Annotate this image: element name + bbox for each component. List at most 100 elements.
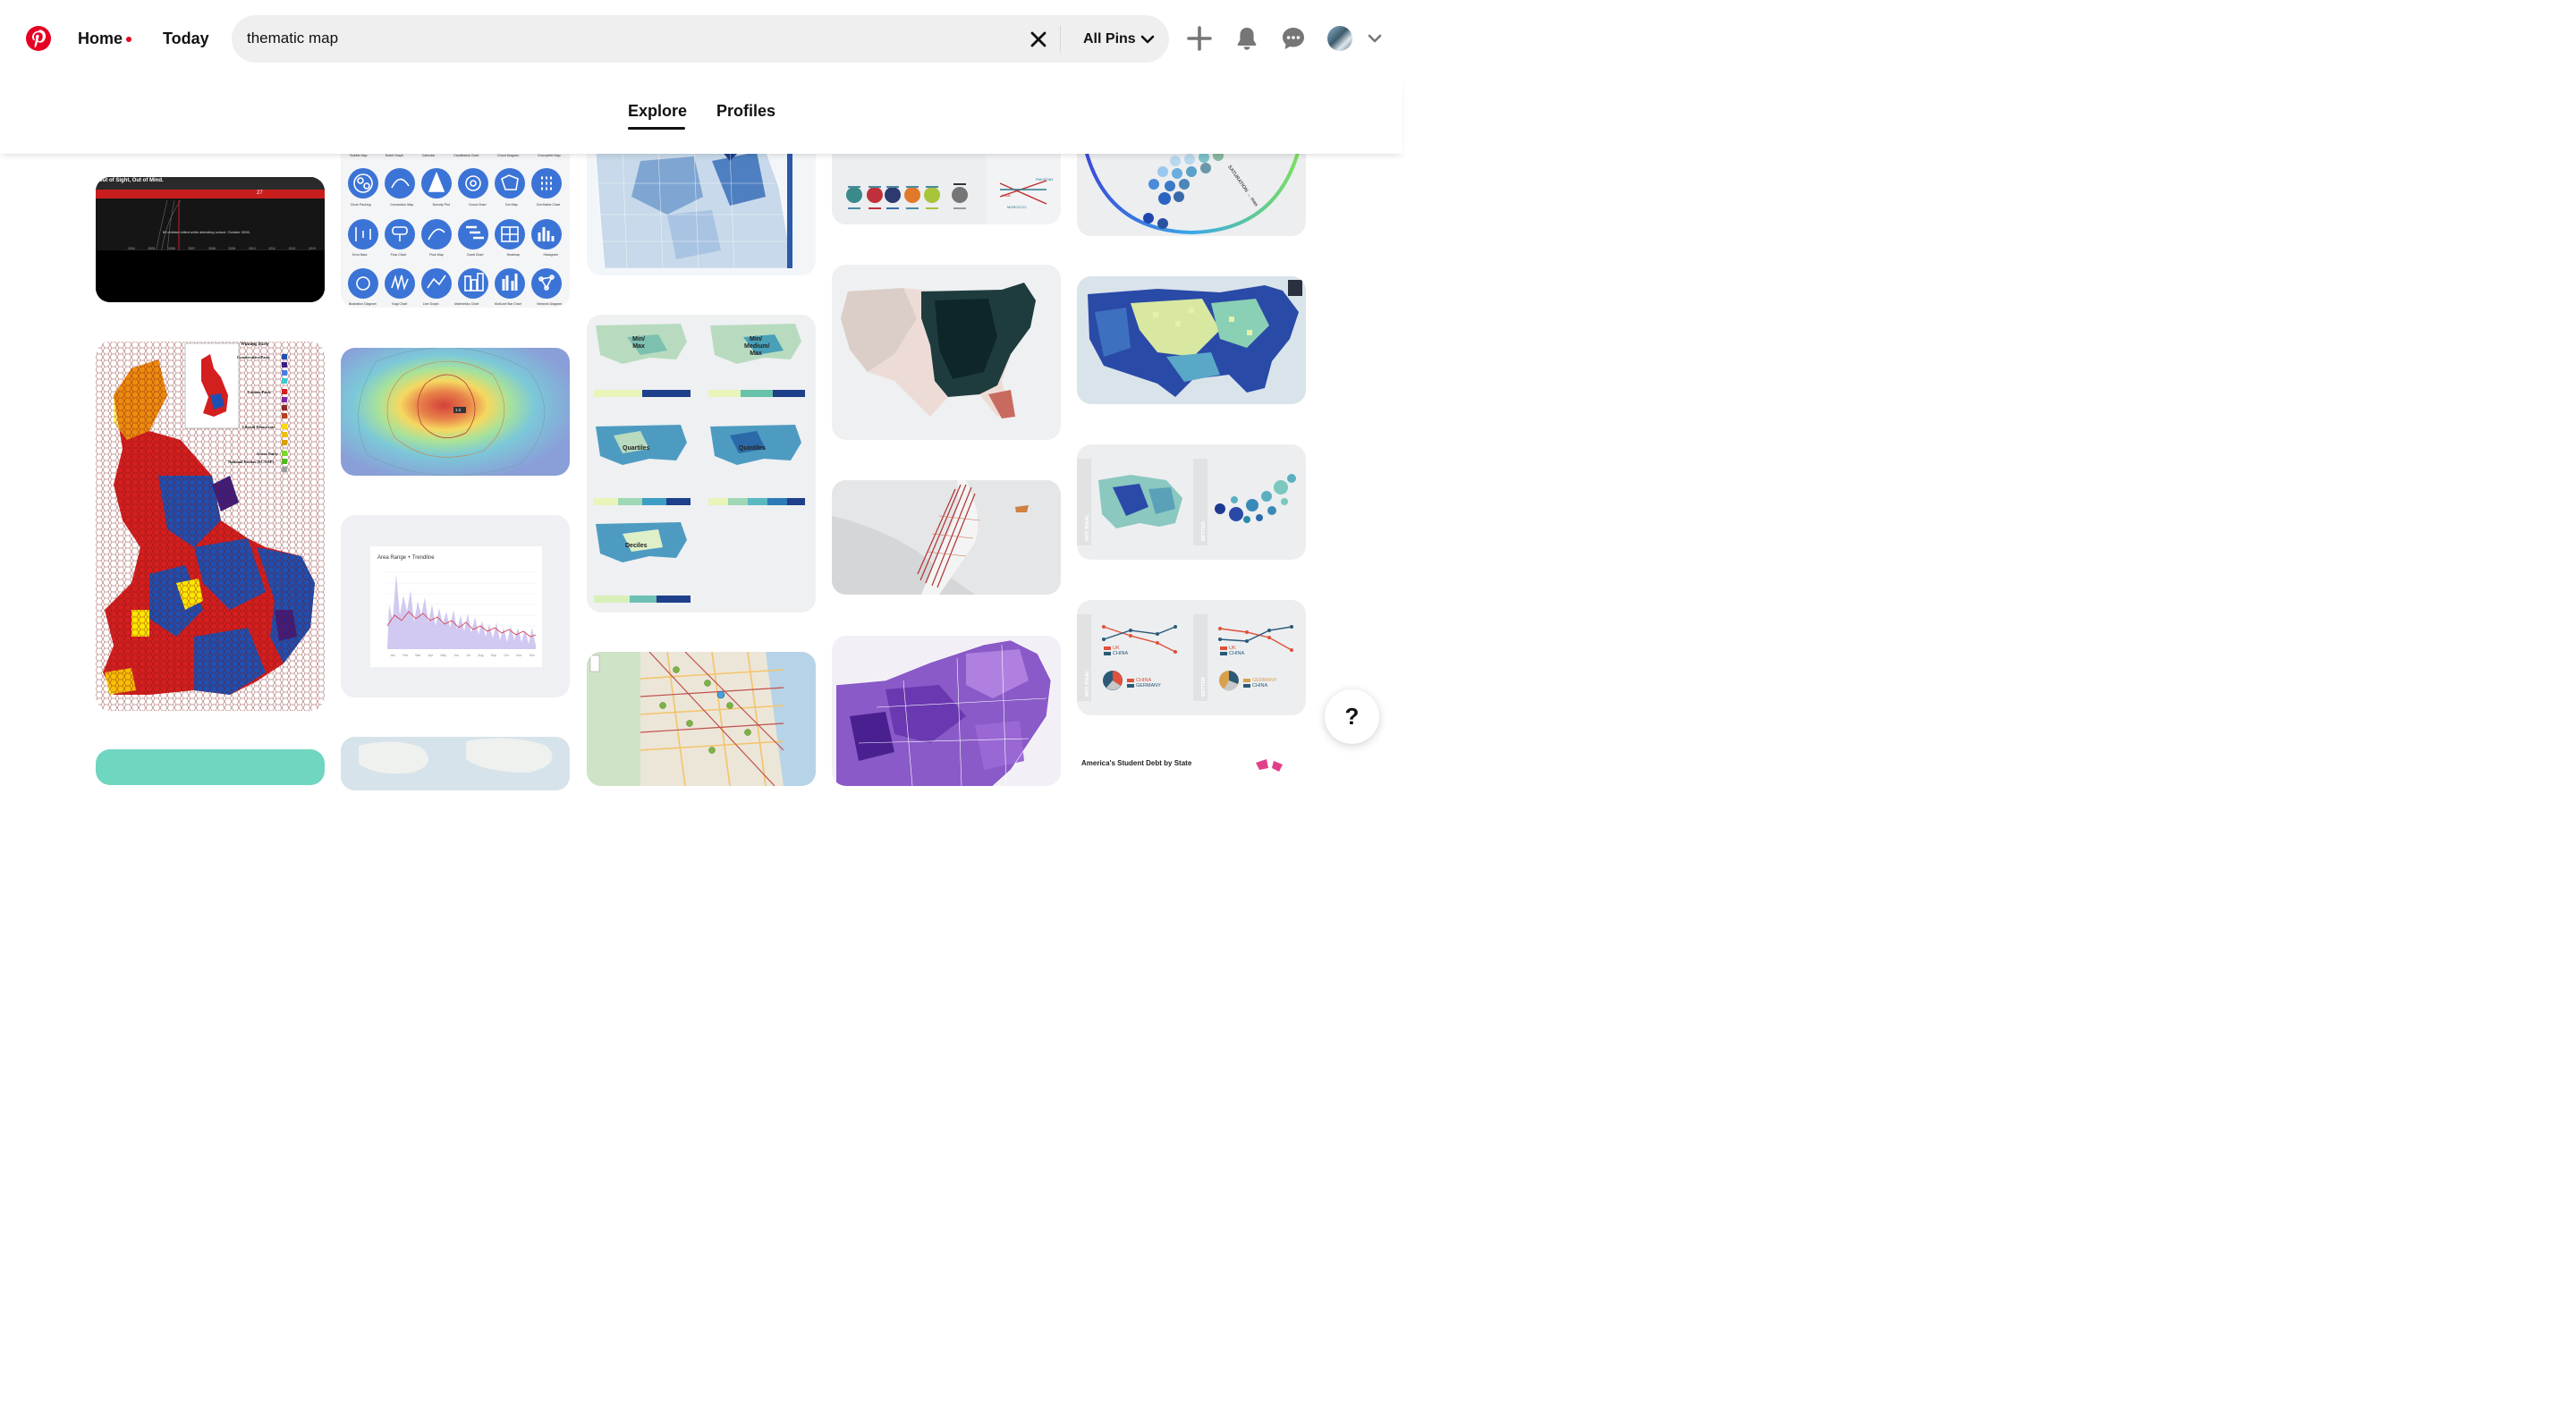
chart-label: Chord Diagram [497,154,520,157]
pin-heat-contour[interactable]: 1:2 [341,348,570,476]
bell-icon[interactable] [1234,26,1259,51]
chart-label: Flow Chart [390,253,406,257]
pin-school-shootings[interactable]: Out of Sight, Out of Mind. 27 69 childre… [96,177,325,302]
avatar[interactable] [1327,26,1352,51]
tab-profiles[interactable]: Profiles [716,102,775,120]
chart-label: Marimekko Chart [454,302,479,306]
chart-label-row: Error Bars Flow Chart Flow Map Gantt Cha… [341,253,570,257]
chart-label: Dot Matrix Chart [537,203,561,207]
search-input[interactable] [247,28,998,49]
pin-image [1256,759,1283,772]
chart-label: Dot Map [505,203,518,207]
x-tick: Dec [529,654,535,657]
pin-student-debt[interactable]: America's Student Debt by State [1077,756,1306,791]
chart-label: Flow Map [429,253,444,257]
chevron-down-icon[interactable] [1368,31,1382,46]
chart-label: Kagi Chart [392,302,408,306]
x-tick: Jun [453,654,460,657]
pin-purple-county-map[interactable] [832,636,1061,786]
legend-party: Liberal Democrats [242,425,275,429]
pin-city-map[interactable] [587,652,816,786]
x-tick: Mar [415,654,421,657]
chart-label: Heatmap [506,253,521,257]
pin-chart-catalogue[interactable]: Bubble Map Bullet Graph Calendar Candles… [341,134,570,308]
legend-label: PAKISTAN [1036,177,1054,182]
pin-image [341,737,570,790]
pin-image [835,639,1052,786]
map-marker-label: 1:2 [455,408,462,412]
close-icon[interactable] [1028,29,1049,50]
pinterest-logo-icon[interactable] [26,26,51,51]
pin-year-axis: 2004 2005 2006 2007 2008 2009 2010 2011 … [128,247,316,250]
x-tick: Jul [466,654,470,657]
year-label: 2004 [128,247,135,250]
legend-label: CHINA [1252,683,1268,689]
chart-label-row: Illustration Diagram Kagi Chart Line Gra… [341,302,570,306]
notification-dot [126,37,131,42]
map-label: Min/ Medium/ Max [744,336,770,357]
chart-label: Donut Chart [469,203,487,207]
pin-world-map[interactable] [341,737,570,790]
chart-label: Histogram [543,253,558,257]
year-label: 2009 [228,247,236,250]
map-label: Quintiles [739,445,766,452]
pin-slope-compare[interactable]: UK CHINA UK CHINA CHINA GERMANY GERMANY … [1077,600,1306,715]
pin-image [595,149,793,269]
pin-county-choropleth[interactable] [587,134,816,275]
legend-swatches [282,354,287,472]
pin-title: Out of Sight, Out of Mind. [98,178,164,183]
pin-image [1077,459,1296,545]
pin-classification-maps[interactable]: Min/ Max Min/ Medium/ Max Quartiles Quin… [587,315,816,613]
search-tabs: Explore Profiles [0,77,1402,154]
pin-uk-hexmap[interactable]: Winning Party Conservative Party Labour … [96,342,325,711]
chart-label: Bullet Graph [386,154,404,157]
chart-label-row: Bubble Map Bullet Graph Calendar Candles… [341,154,570,157]
chart-label: Error Bars [352,253,368,257]
tab-explore[interactable]: Explore [628,102,687,120]
legend-label: GERMANY [1136,683,1161,689]
pin-image [832,480,1061,595]
x-tick: Jan [390,654,395,657]
pin-image [594,324,805,603]
legend-party: Labour Party [248,390,272,394]
pin-teal-card[interactable] [96,749,325,785]
chart-x-axis: Jan Feb Mar Apr May Jun Jul Aug Sep Oct … [390,654,535,657]
map-label: Quartiles [623,445,650,452]
help-button[interactable]: ? [1325,689,1379,744]
year-label: 2006 [167,247,175,250]
nav-home[interactable]: Home [78,30,123,47]
map-label: Min/ Max [632,336,645,350]
search-scope-dropdown[interactable]: All Pins [1083,31,1136,47]
x-tick: Sep [490,654,497,657]
chart-label: Network Diagram [537,302,563,306]
active-tab-indicator [628,127,685,130]
year-label: 2007 [188,247,196,250]
panel-label: NOT IDEAL [1085,670,1090,697]
year-label: 2012 [288,247,296,250]
pin-dark-us-map[interactable] [832,265,1061,440]
pin-manhattan-map[interactable] [832,480,1061,595]
chart-label: Line Graph [422,302,439,306]
pin-area-range-chart[interactable]: Area Range + Trendline Jan Feb Mar Apr M… [341,515,570,697]
plus-icon[interactable] [1187,26,1212,51]
pin-image [587,652,816,786]
nav-today[interactable]: Today [163,30,209,47]
pin-image [370,546,542,667]
legend-label: MOROCCO [1007,205,1027,209]
panel-label: BETTER [1201,677,1207,697]
year-label: 2013 [309,247,316,250]
legend-party: Conservative Party [237,355,271,359]
year-label: 2005 [148,247,156,250]
chart-title: Area Range + Trendline [377,555,435,561]
x-tick: Feb [402,654,409,657]
x-tick: Apr [428,654,434,657]
chat-icon[interactable] [1281,26,1306,51]
pin-not-ideal-better-maps[interactable]: NOT IDEAL BETTER [1077,444,1306,560]
header: Home Today All Pins [0,0,1402,77]
legend-title: Winning Party [241,342,269,347]
x-tick: Nov [516,654,522,657]
pin-blue-yellow-us-map[interactable] [1077,276,1306,404]
pin-image [1077,614,1293,701]
chart-label: Circle Packing [350,203,371,207]
chevron-down-icon[interactable] [1140,32,1155,46]
